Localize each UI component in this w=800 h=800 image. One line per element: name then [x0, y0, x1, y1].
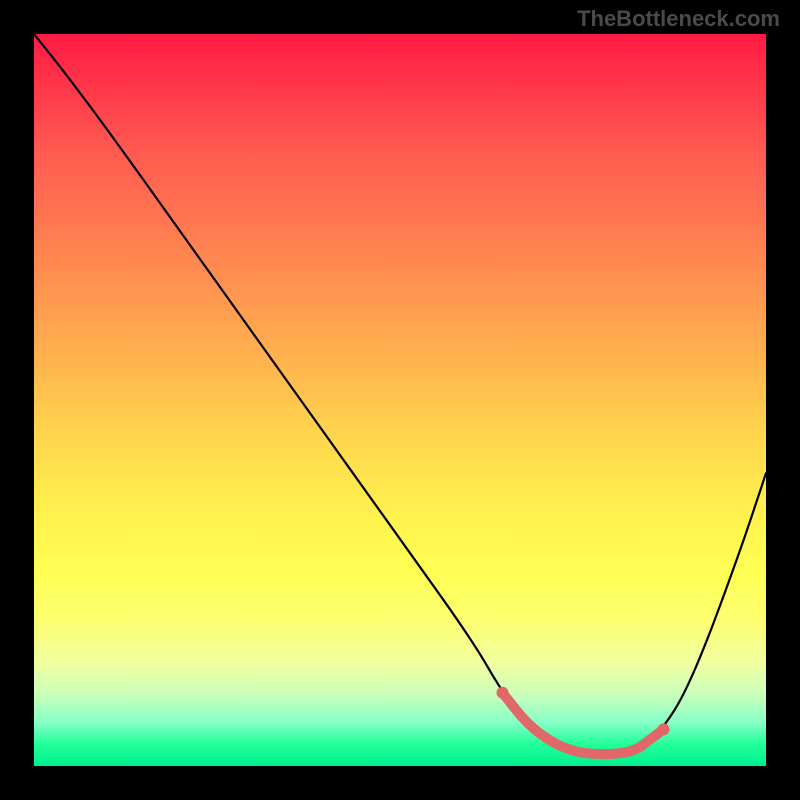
highlight-end-dot — [658, 723, 670, 735]
main-curve — [34, 34, 766, 754]
highlight-curve — [502, 693, 663, 754]
watermark-text: TheBottleneck.com — [577, 6, 780, 32]
plot-area — [34, 34, 766, 766]
highlight-end-dot — [497, 687, 509, 699]
chart-svg — [34, 34, 766, 766]
